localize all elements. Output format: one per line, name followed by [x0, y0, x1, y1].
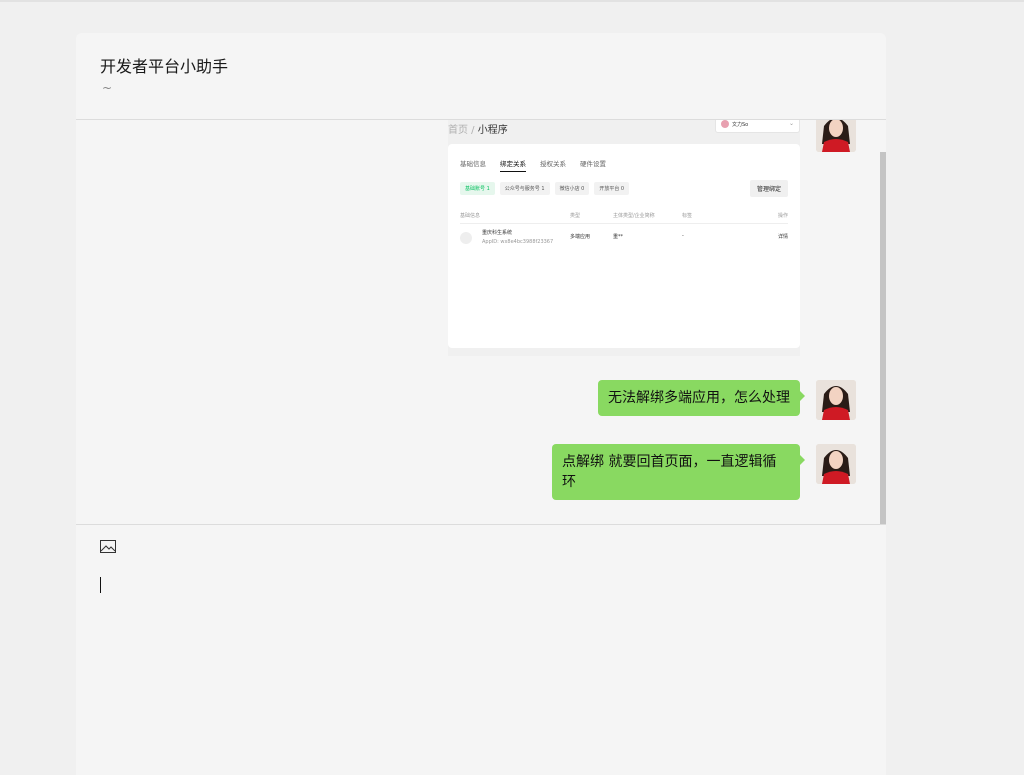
- text-cursor: [100, 577, 101, 593]
- message-bubble[interactable]: 无法解绑多端应用，怎么处理: [598, 380, 805, 416]
- chevron-down-icon: ⌄: [788, 120, 794, 127]
- avatar[interactable]: [816, 120, 856, 152]
- screenshot-table-row: 重庆科生系统 AppID: wx8e4bc3988f23367 多端应用 重**…: [460, 228, 788, 252]
- chat-header: 开发者平台小助手 ~: [76, 33, 886, 120]
- account-selector: 文力So ⌄: [715, 120, 800, 133]
- account-avatar: [721, 120, 729, 128]
- screenshot-table-header: 基础信息 类型 主体类型/企业简称 标签 操作: [460, 212, 788, 224]
- app-icon: [460, 232, 472, 244]
- avatar[interactable]: [816, 444, 856, 484]
- manage-binding-button: 管理绑定: [749, 180, 788, 197]
- chat-window: 开发者平台小助手 ~ 首页 / 小程序 文力So ⌄ 基础信息 绑定关系 授权关…: [76, 33, 886, 775]
- chat-title: 开发者平台小助手: [100, 57, 229, 76]
- avatar[interactable]: [816, 380, 856, 420]
- chat-subtitle: ~: [102, 81, 113, 95]
- chat-scrollbar[interactable]: [880, 152, 886, 524]
- breadcrumb: 首页 / 小程序: [448, 125, 508, 136]
- screenshot-card: 基础信息 绑定关系 授权关系 硬件设置 基础账号 1 公众号与服务号 1 微信小…: [448, 144, 800, 348]
- screenshot-tabs: 基础信息 绑定关系 授权关系 硬件设置: [460, 158, 606, 172]
- input-area[interactable]: [76, 524, 886, 775]
- image-icon[interactable]: [100, 540, 116, 553]
- message-list[interactable]: 首页 / 小程序 文力So ⌄ 基础信息 绑定关系 授权关系 硬件设置 基础账号…: [76, 120, 886, 524]
- message-bubble[interactable]: 点解绑 就要回首页面，一直逻辑循环: [552, 444, 805, 500]
- image-message[interactable]: 首页 / 小程序 文力So ⌄ 基础信息 绑定关系 授权关系 硬件设置 基础账号…: [448, 120, 800, 356]
- screenshot-chips: 基础账号 1 公众号与服务号 1 微信小店 0 开放平台 0: [460, 182, 630, 195]
- window-top-border: [0, 0, 1024, 2]
